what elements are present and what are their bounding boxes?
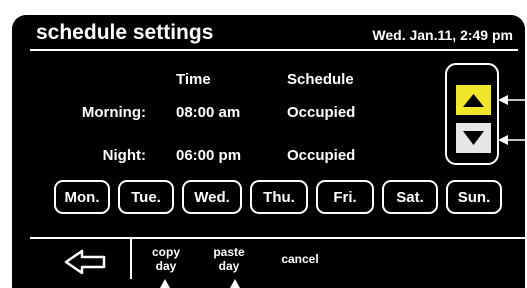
footer-vertical-divider <box>130 239 132 279</box>
up-arrow-button[interactable] <box>456 85 491 115</box>
callout-pointers-right <box>498 95 527 145</box>
day-button-fri[interactable]: Fri. <box>316 180 374 214</box>
day-button-sat[interactable]: Sat. <box>382 180 438 214</box>
back-button[interactable] <box>60 247 120 277</box>
arrow-control-group <box>445 63 499 165</box>
copy-day-label-line2: day <box>155 259 177 273</box>
day-button-wed[interactable]: Wed. <box>182 180 242 214</box>
down-triangle-icon <box>463 131 484 145</box>
paste-day-label-line2: day <box>218 259 240 273</box>
morning-time-value[interactable]: 08:00 am <box>176 104 240 121</box>
datetime-display: Wed. Jan.11, 2:49 pm <box>372 27 513 43</box>
paste-day-button[interactable]: paste day <box>206 245 252 273</box>
left-arrow-icon <box>64 249 106 275</box>
morning-schedule-value[interactable]: Occupied <box>287 104 355 121</box>
copy-day-label-line1: copy <box>151 245 180 259</box>
schedule-settings-screen: schedule settings Wed. Jan.11, 2:49 pm T… <box>12 15 525 288</box>
column-header-time: Time <box>176 71 211 88</box>
copy-day-button[interactable]: copy day <box>144 245 188 273</box>
day-button-mon[interactable]: Mon. <box>54 180 110 214</box>
day-selector: Mon. Tue. Wed. Thu. Fri. Sat. Sun. <box>54 180 514 214</box>
night-time-value[interactable]: 06:00 pm <box>176 147 241 164</box>
day-button-thu[interactable]: Thu. <box>250 180 308 214</box>
column-header-schedule: Schedule <box>287 71 354 88</box>
day-button-sun[interactable]: Sun. <box>446 180 502 214</box>
callout-pointers-bottom <box>160 279 240 288</box>
page-title: schedule settings <box>36 21 214 44</box>
row-label-morning: Morning: <box>81 104 146 121</box>
footer-divider <box>30 237 525 239</box>
day-button-tue[interactable]: Tue. <box>118 180 174 214</box>
row-label-night: Night: <box>102 147 146 164</box>
down-arrow-button[interactable] <box>456 123 491 153</box>
night-schedule-value[interactable]: Occupied <box>287 147 355 164</box>
paste-day-label-line1: paste <box>213 245 245 259</box>
header-divider <box>30 49 518 51</box>
up-triangle-icon <box>463 94 484 107</box>
cancel-button[interactable]: cancel <box>270 252 330 266</box>
